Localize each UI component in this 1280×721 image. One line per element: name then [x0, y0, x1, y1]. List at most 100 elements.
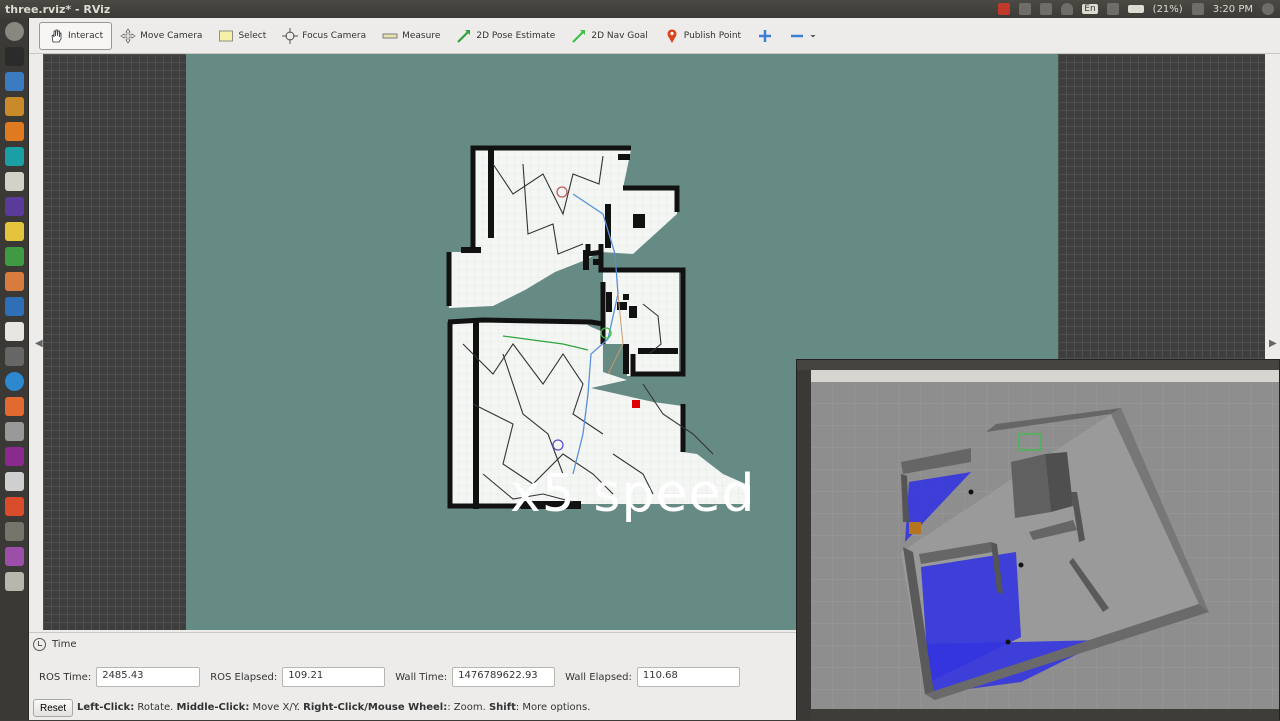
dropbox-icon[interactable]: [1019, 3, 1032, 15]
interact-tool[interactable]: Interact: [39, 21, 113, 50]
minus-icon: [791, 34, 804, 37]
move-camera-label: Move Camera: [140, 30, 203, 41]
hint-left-text: Rotate.: [134, 702, 177, 713]
firefox-icon[interactable]: [4, 122, 24, 141]
measure-label: Measure: [402, 30, 441, 41]
browser-icon[interactable]: [4, 372, 24, 391]
ros-elapsed-field[interactable]: 109.21: [282, 667, 386, 687]
green-arrow-icon: [457, 29, 471, 43]
battery-icon[interactable]: [1127, 5, 1144, 13]
image-viewer-icon[interactable]: [4, 197, 24, 216]
speed-overlay-text: x5 speed: [510, 464, 756, 524]
measure-tool[interactable]: Measure: [374, 22, 448, 50]
notes-icon[interactable]: [4, 222, 24, 241]
mail-icon[interactable]: [1040, 3, 1053, 15]
pose-estimate-tool[interactable]: 2D Pose Estimate: [448, 22, 563, 50]
remove-tool-button[interactable]: [781, 22, 825, 50]
focus-camera-tool[interactable]: Focus Camera: [274, 22, 374, 50]
select-box-icon: [219, 30, 234, 41]
volume-icon[interactable]: [1191, 3, 1204, 15]
chromium-icon[interactable]: [4, 72, 24, 91]
hint-shift: Shift: [488, 702, 516, 713]
publish-point-tool[interactable]: Publish Point: [656, 22, 749, 50]
ros-time-label: ROS Time:: [39, 671, 92, 683]
reset-button[interactable]: Reset: [33, 699, 74, 717]
ros-time-field[interactable]: 2485.43: [96, 667, 201, 687]
system-settings-icon[interactable]: [4, 347, 24, 366]
select-tool[interactable]: Select: [210, 22, 274, 50]
video-icon[interactable]: [4, 447, 24, 466]
gazebo-3d-view[interactable]: [811, 382, 1279, 709]
presentation-icon[interactable]: [4, 272, 24, 291]
wall-elapsed-label: Wall Elapsed:: [565, 671, 632, 683]
right-panel-toggle-icon[interactable]: ▶: [1269, 338, 1277, 349]
ros-elapsed-label: ROS Elapsed:: [210, 671, 278, 683]
gazebo-scene: [811, 382, 1279, 709]
document-icon[interactable]: [4, 297, 24, 316]
clock[interactable]: 3:20 PM: [1213, 4, 1253, 15]
gazebo-titlebar[interactable]: [797, 360, 1279, 370]
wall-elapsed-field[interactable]: 110.68: [636, 667, 740, 687]
window-title: three.rviz* - RViz: [5, 2, 111, 16]
publish-point-label: Publish Point: [683, 30, 742, 41]
gazebo-icon[interactable]: [4, 547, 24, 566]
plus-icon: [759, 29, 772, 42]
pose-estimate-label: 2D Pose Estimate: [476, 30, 556, 41]
hint-middle-text: Move X/Y.: [249, 702, 304, 713]
time-panel-title: Time: [52, 639, 77, 650]
wall-time-field[interactable]: 1476789622.93: [452, 667, 556, 687]
spreadsheet-icon[interactable]: [4, 247, 24, 266]
camera-icon[interactable]: [4, 472, 24, 491]
calculator-icon[interactable]: [4, 422, 24, 441]
nav-goal-tool[interactable]: 2D Nav Goal: [563, 22, 655, 50]
focus-crosshair-icon: [282, 27, 299, 44]
gazebo-statusbar: [811, 709, 1279, 720]
chevron-down-icon: [810, 34, 816, 37]
move-arrows-icon: [120, 27, 136, 44]
text-editor-icon[interactable]: [4, 172, 24, 191]
rviz-icon[interactable]: [4, 522, 24, 541]
record-icon[interactable]: [998, 3, 1011, 15]
arduino-icon[interactable]: [4, 147, 24, 166]
left-panel-toggle-icon[interactable]: ◀: [35, 338, 43, 349]
wifi-icon[interactable]: [1061, 3, 1074, 15]
system-tray: En (21%) 3:20 PM: [998, 0, 1280, 18]
trash-icon[interactable]: [4, 572, 24, 591]
bluetooth-icon[interactable]: [1106, 3, 1119, 15]
hint-left-click: Left-Click:: [77, 702, 135, 713]
wall-time-label: Wall Time:: [395, 671, 448, 683]
window-titlebar: three.rviz* - RViz En (21%) 3:20 PM: [0, 0, 1280, 18]
time-panel-header: Time: [33, 638, 76, 651]
hint-right-text: : Zoom.: [447, 702, 489, 713]
power-gear-icon[interactable]: [1262, 3, 1274, 15]
app-icon[interactable]: [4, 497, 24, 516]
hint-shift-text: : More options.: [515, 702, 591, 713]
battery-percent: (21%): [1152, 3, 1183, 15]
nav-goal-label: 2D Nav Goal: [591, 30, 648, 41]
dash-icon[interactable]: [4, 22, 24, 41]
gazebo-launcher-strip: [797, 370, 811, 721]
hint-middle-click: Middle-Click:: [176, 702, 250, 713]
ruler-icon: [382, 33, 398, 38]
gazebo-toolbar[interactable]: [811, 370, 1279, 382]
time-fields-row: ROS Time: 2485.43 ROS Elapsed: 109.21 Wa…: [39, 667, 750, 687]
toolbar: Interact Move Camera Select Focus Camera…: [29, 18, 1280, 54]
move-camera-tool[interactable]: Move Camera: [112, 22, 210, 50]
focus-camera-label: Focus Camera: [302, 30, 367, 41]
terminal-icon[interactable]: [4, 47, 24, 66]
green-arrow-icon: [572, 29, 586, 43]
interact-label: Interact: [68, 30, 104, 41]
map-pin-icon: [667, 28, 677, 43]
keyboard-lang[interactable]: En: [1082, 4, 1098, 14]
hint-right-click: Right-Click/Mouse Wheel:: [303, 702, 448, 713]
hand-icon: [51, 29, 62, 42]
gazebo-window[interactable]: [796, 359, 1280, 721]
software-center-icon[interactable]: [4, 322, 24, 341]
select-label: Select: [238, 30, 267, 41]
clock-icon: [33, 638, 46, 651]
files-icon[interactable]: [4, 97, 24, 116]
ubuntu-store-icon[interactable]: [4, 397, 24, 416]
launcher: [0, 18, 29, 720]
mouse-hint-text: Left-Click: Rotate. Middle-Click: Move X…: [77, 702, 590, 713]
add-tool-button[interactable]: [749, 22, 781, 50]
